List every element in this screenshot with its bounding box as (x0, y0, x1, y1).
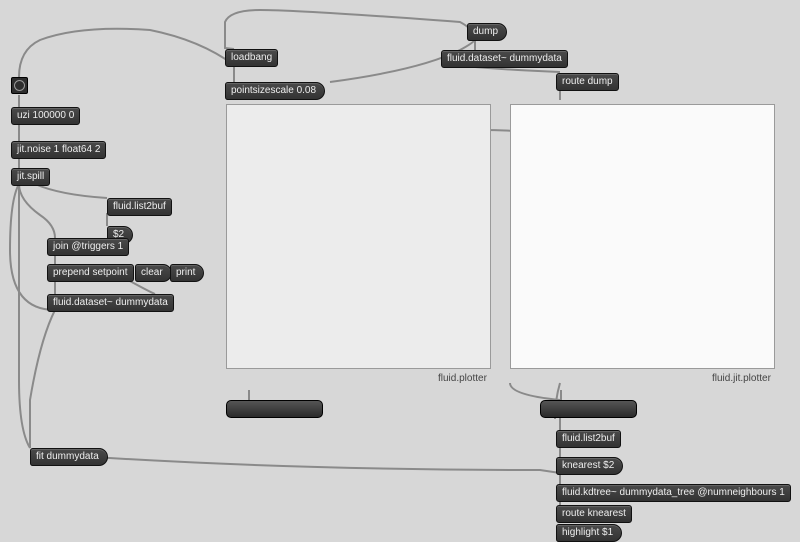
fluid-kdtree-object[interactable]: fluid.kdtree~ dummydata_tree @numneighbo… (556, 484, 791, 502)
dump-message[interactable]: dump (467, 23, 507, 41)
fluid-dataset-object-1[interactable]: fluid.dataset~ dummydata (47, 294, 174, 312)
fluid-list2buf-object-2[interactable]: fluid.list2buf (556, 430, 621, 448)
clear-message[interactable]: clear (135, 264, 172, 282)
plotter-slider-2[interactable] (540, 400, 637, 418)
route-dump-object[interactable]: route dump (556, 73, 619, 91)
plotter-slider-1[interactable] (226, 400, 323, 418)
loadbang-object[interactable]: loadbang (225, 49, 278, 67)
fluid-jit-plotter-label: fluid.jit.plotter (712, 373, 771, 384)
fluid-plotter-panel[interactable] (226, 104, 491, 369)
fluid-plotter-label: fluid.plotter (438, 373, 487, 384)
pointsizescale-message[interactable]: pointsizescale 0.08 (225, 82, 325, 100)
prepend-setpoint-object[interactable]: prepend setpoint (47, 264, 134, 282)
route-knearest-object[interactable]: route knearest (556, 505, 632, 523)
knearest-message[interactable]: knearest $2 (556, 457, 623, 475)
fluid-jit-plotter-panel[interactable] (510, 104, 775, 369)
jit-spill-object[interactable]: jit.spill (11, 168, 50, 186)
fluid-dataset-object-2[interactable]: fluid.dataset~ dummydata (441, 50, 568, 68)
bang-button[interactable] (11, 77, 28, 94)
uzi-object[interactable]: uzi 100000 0 (11, 107, 80, 125)
fit-dummydata-message[interactable]: fit dummydata (30, 448, 108, 466)
join-object[interactable]: join @triggers 1 (47, 238, 129, 256)
jit-noise-object[interactable]: jit.noise 1 float64 2 (11, 141, 106, 159)
fluid-list2buf-object-1[interactable]: fluid.list2buf (107, 198, 172, 216)
print-message[interactable]: print (170, 264, 204, 282)
highlight-message[interactable]: highlight $1 (556, 524, 622, 542)
